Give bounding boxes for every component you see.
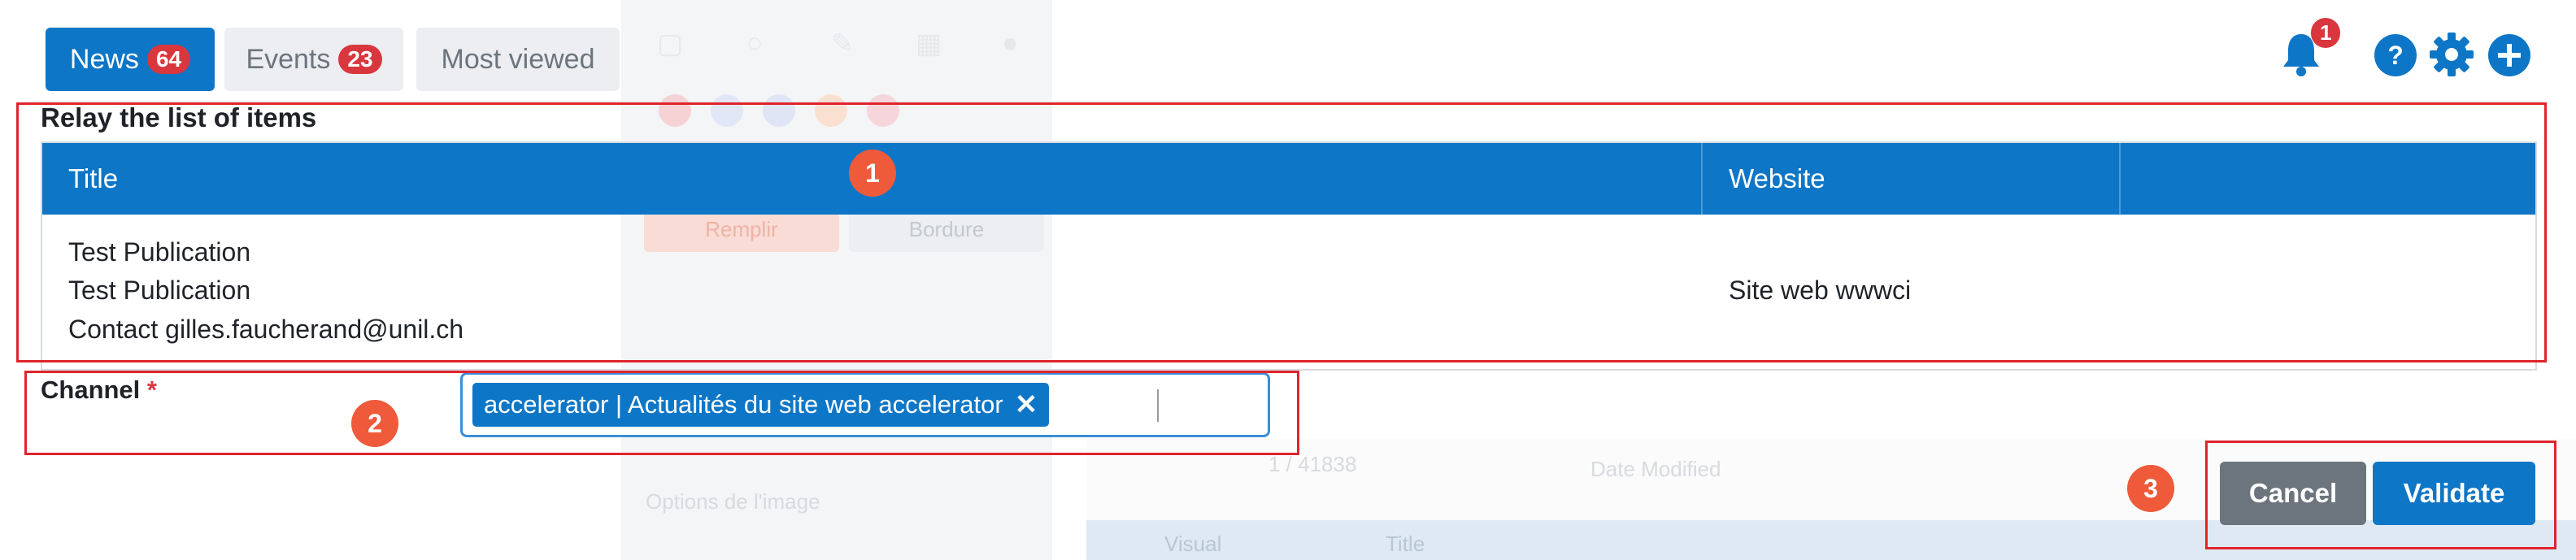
annotation-marker-3: 3	[2127, 465, 2174, 512]
tab-news[interactable]: News 64	[46, 28, 215, 91]
tab-events[interactable]: Events 23	[224, 28, 403, 91]
pencil-icon: ✎	[831, 28, 855, 59]
info-icon: ●	[1002, 28, 1019, 59]
add-plus-icon[interactable]	[2487, 33, 2532, 78]
sort-select: Date Modified	[1590, 457, 1721, 481]
col-title: Title	[1386, 532, 1425, 556]
news-count-badge: 64	[146, 44, 191, 75]
annotation-marker-1: 1	[849, 150, 896, 197]
annotation-box-1	[16, 102, 2547, 362]
annotation-box-3	[2205, 441, 2556, 549]
pattern-icon: ▦	[916, 28, 942, 59]
tab-events-label: Events	[246, 43, 331, 75]
notification-badge: 1	[2311, 18, 2341, 48]
tab-most-viewed-label: Most viewed	[441, 43, 595, 75]
events-count-badge: 23	[338, 44, 382, 75]
help-icon[interactable]: ?	[2373, 33, 2418, 78]
annotation-marker-2: 2	[351, 400, 398, 447]
page-range: 1 / 41838	[1268, 452, 1357, 476]
tab-news-label: News	[69, 43, 139, 75]
circle-icon: ○	[746, 28, 764, 59]
square-icon: ▢	[657, 28, 684, 59]
col-visual: Visual	[1164, 532, 1222, 556]
settings-gear-icon[interactable]	[2428, 31, 2475, 78]
svg-text:?: ?	[2387, 41, 2404, 70]
tab-most-viewed[interactable]: Most viewed	[416, 28, 620, 91]
annotation-box-2	[24, 371, 1299, 455]
image-options-label: Options de l'image	[646, 489, 820, 514]
